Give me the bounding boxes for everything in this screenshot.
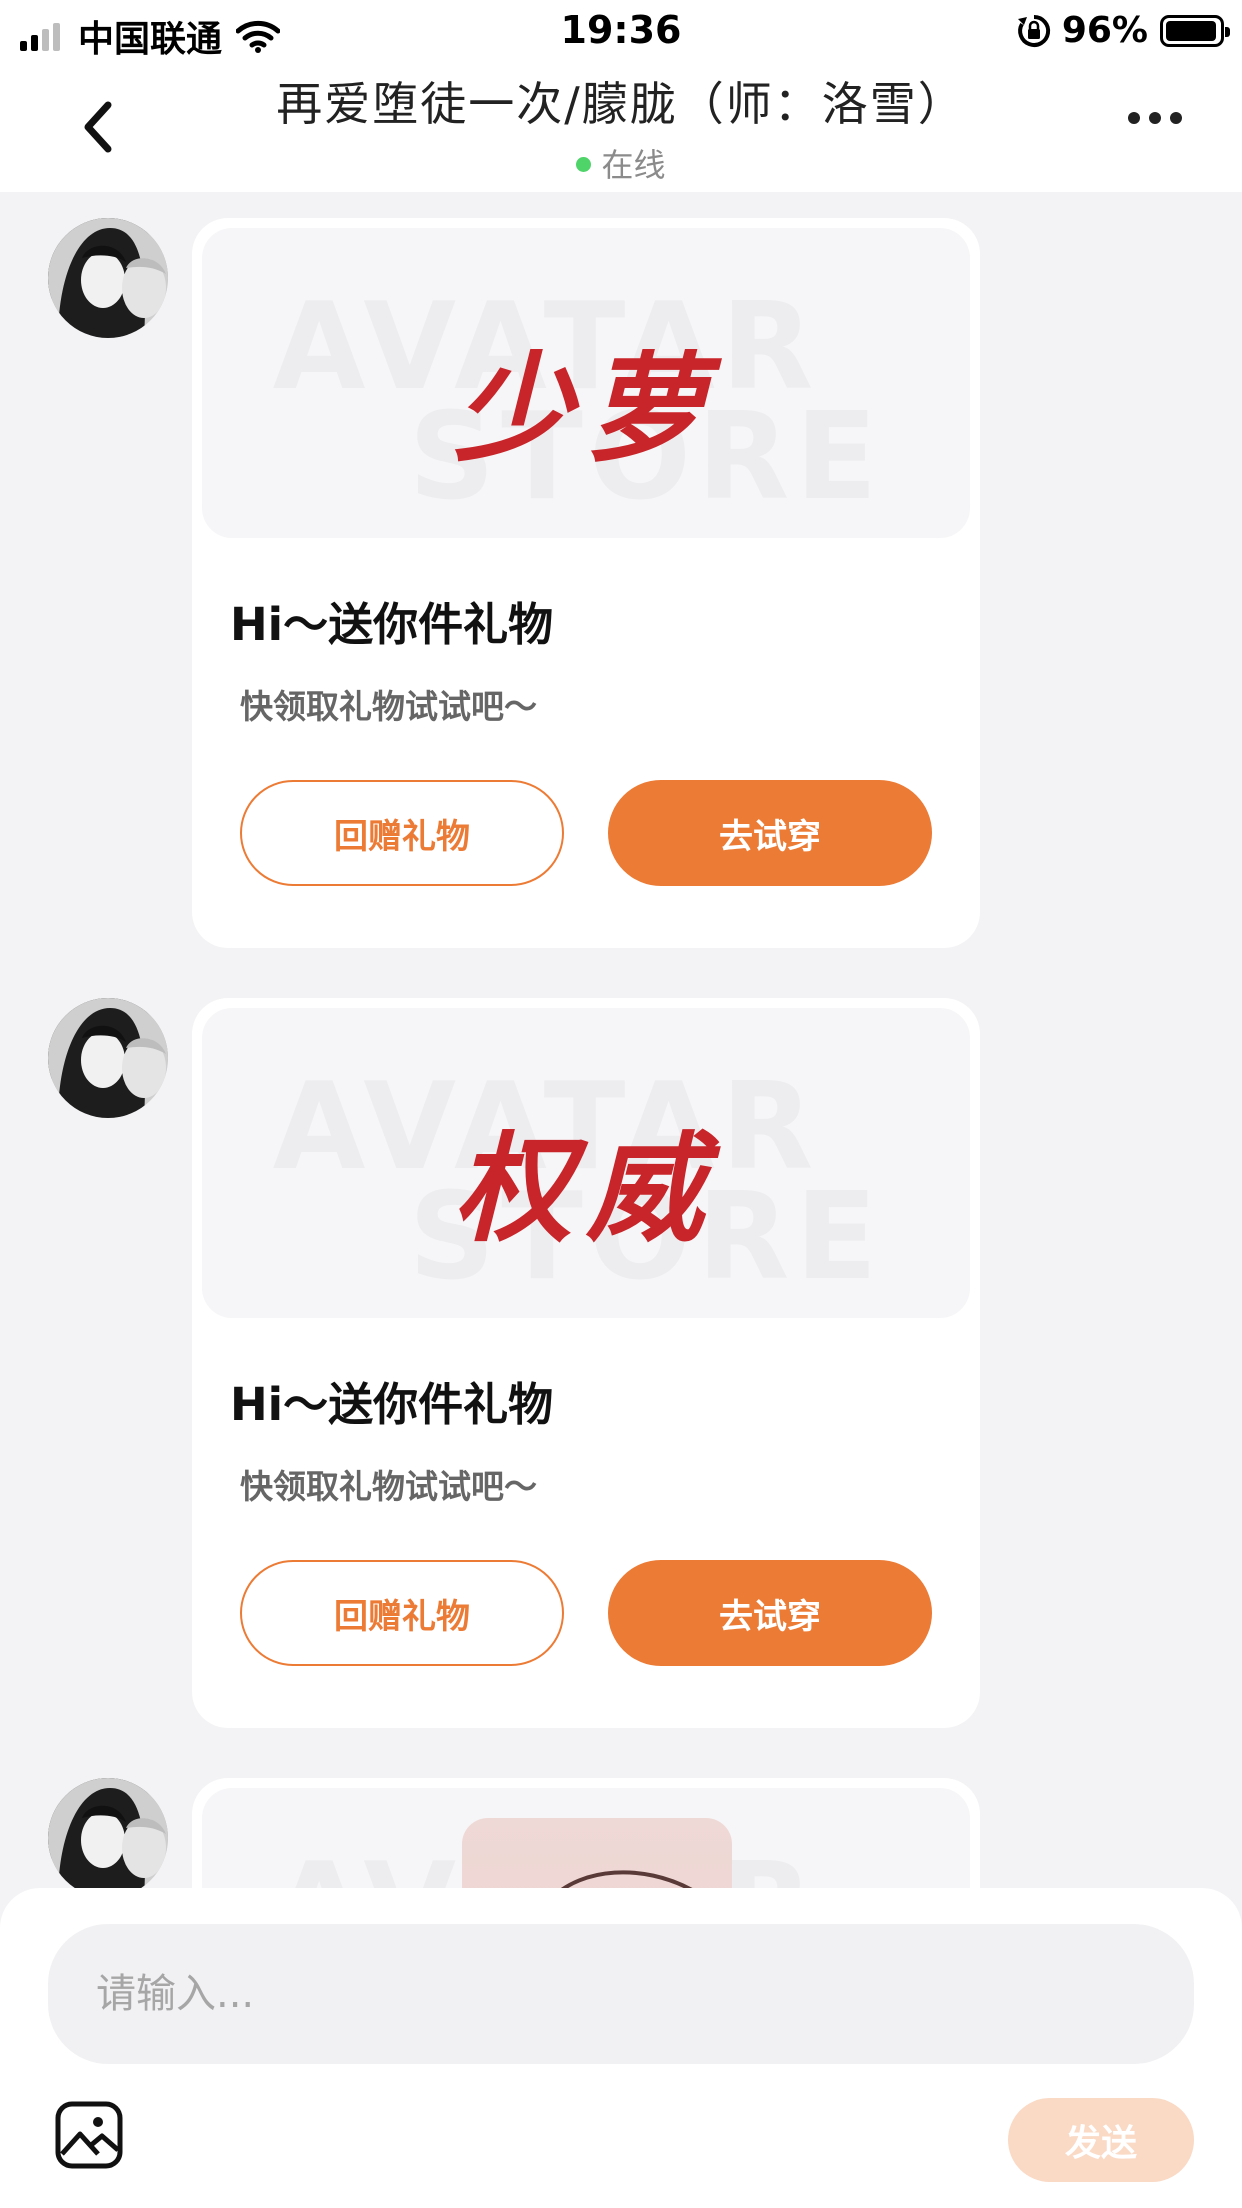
try-on-button[interactable]: 去试穿	[608, 1560, 932, 1666]
battery-level-fill	[1166, 20, 1216, 41]
message-list[interactable]: AVATAR STORE 少萝 Hi～送你件礼物 快领取礼物试试吧～ 回赠礼物 …	[0, 192, 1242, 1888]
avatar[interactable]	[48, 1778, 168, 1888]
gift-thumbnail	[462, 1818, 732, 1888]
message-input-box[interactable]	[48, 1924, 1194, 2064]
chat-title: 再爱堕徒一次/朦胧（师：洛雪）	[276, 77, 966, 131]
return-gift-button[interactable]: 回赠礼物	[240, 1560, 564, 1666]
gift-name: 权威	[453, 1119, 718, 1258]
gift-image[interactable]: AVATAR	[202, 1788, 970, 1888]
gift-card-title: Hi～送你件礼物	[230, 1378, 554, 1431]
gift-card-title: Hi～送你件礼物	[230, 598, 554, 651]
gift-message-card: AVATAR STORE 少萝 Hi～送你件礼物 快领取礼物试试吧～ 回赠礼物 …	[192, 218, 980, 948]
try-on-button[interactable]: 去试穿	[608, 780, 932, 886]
gift-name: 少萝	[453, 339, 718, 478]
chat-screen: 中国联通 19:36 96% 再爱堕徒一次/朦胧（师：洛雪） 在线 少萝 Hi～…	[0, 0, 1242, 2208]
more-button[interactable]	[1128, 112, 1182, 124]
gift-message-card: AVATAR STORE 权威 Hi～送你件礼物 快领取礼物试试吧～ 回赠礼物 …	[192, 998, 980, 1728]
image-icon	[55, 2101, 123, 2169]
gift-card-subtitle: 快领取礼物试试吧～	[240, 687, 537, 726]
avatar[interactable]	[48, 218, 168, 338]
return-gift-button[interactable]: 回赠礼物	[240, 780, 564, 886]
send-button[interactable]: 发送	[1008, 2098, 1194, 2182]
gift-image[interactable]: AVATAR STORE 少萝	[202, 228, 970, 538]
rotation-lock-icon	[1017, 14, 1050, 47]
gift-message-card: AVATAR	[192, 1778, 980, 1888]
message-input[interactable]	[48, 1924, 1194, 2064]
battery-percent: 96%	[1061, 10, 1148, 51]
avatar[interactable]	[48, 998, 168, 1118]
status-bar: 中国联通 19:36 96%	[0, 0, 1242, 62]
message-composer: 发送	[0, 1888, 1242, 2208]
status-right: 96%	[1016, 10, 1230, 51]
online-dot	[576, 156, 592, 172]
online-status-label: 在线	[601, 146, 666, 184]
image-button[interactable]	[54, 2100, 124, 2170]
more-dots-icon	[1128, 112, 1140, 124]
battery-icon	[1160, 14, 1230, 47]
chat-header: 再爱堕徒一次/朦胧（师：洛雪） 在线	[0, 62, 1242, 192]
gift-image[interactable]: AVATAR STORE 权威	[202, 1008, 970, 1318]
gift-card-subtitle: 快领取礼物试试吧～	[240, 1467, 537, 1506]
online-status: 在线	[0, 140, 1242, 186]
